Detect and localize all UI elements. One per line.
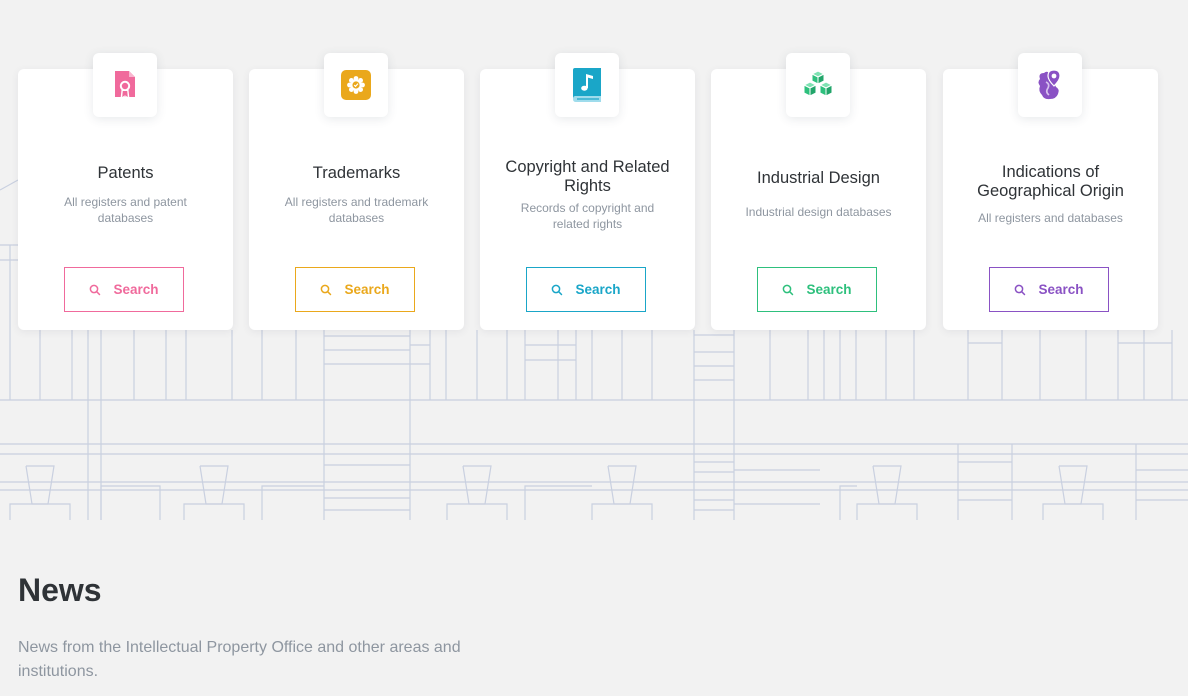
search-button-label: Search xyxy=(113,282,159,297)
music-book-icon xyxy=(573,68,601,102)
industrial-design-search-button[interactable]: Search xyxy=(757,267,877,312)
search-button-label: Search xyxy=(1038,282,1084,297)
card-title: Copyright and Related Rights xyxy=(505,158,670,195)
card-trademarks: Trademarks All registers and trademark d… xyxy=(249,53,464,330)
card-icon-box xyxy=(1018,53,1082,117)
search-icon xyxy=(320,284,332,296)
card-description: All registers and patent databases xyxy=(64,195,187,225)
cubes-icon xyxy=(802,70,834,97)
card-title: Industrial Design xyxy=(757,169,880,187)
copyright-search-button[interactable]: Search xyxy=(526,267,646,312)
news-section: News News from the Intellectual Property… xyxy=(18,572,461,680)
trademarks-search-button[interactable]: Search xyxy=(295,267,415,312)
trademark-seal-icon xyxy=(341,70,371,100)
card-copyright: Copyright and Related Rights Records of … xyxy=(480,53,695,330)
card-title: Indications of Geographical Origin xyxy=(977,163,1124,200)
card-icon-box xyxy=(555,53,619,117)
card-geographical-origin: Indications of Geographical Origin All r… xyxy=(943,53,1158,330)
search-icon xyxy=(89,284,101,296)
card-description: Industrial design databases xyxy=(745,205,892,219)
search-icon xyxy=(782,284,794,296)
card-icon-box xyxy=(93,53,157,117)
card-title: Patents xyxy=(97,164,154,182)
search-button-label: Search xyxy=(806,282,852,297)
card-description: All registers and databases xyxy=(978,211,1123,225)
card-patents: Patents All registers and patent databas… xyxy=(18,53,233,330)
patent-certificate-icon xyxy=(115,71,135,99)
card-icon-box xyxy=(324,53,388,117)
card-title: Trademarks xyxy=(312,164,401,182)
card-description: Records of copyright and related rights xyxy=(520,201,655,231)
news-heading: News xyxy=(18,572,102,608)
search-icon xyxy=(1014,284,1026,296)
search-button-label: Search xyxy=(575,282,621,297)
search-button-label: Search xyxy=(344,282,390,297)
news-description: News from the Intellectual Property Offi… xyxy=(18,639,461,680)
card-industrial-design: Industrial Design Industrial design data… xyxy=(711,53,926,330)
patents-search-button[interactable]: Search xyxy=(64,267,184,312)
search-icon xyxy=(551,284,563,296)
geographical-origin-search-button[interactable]: Search xyxy=(989,267,1109,312)
card-description: All registers and trademark databases xyxy=(284,195,429,225)
search-category-cards: Patents All registers and patent databas… xyxy=(0,0,1188,340)
map-pin-icon xyxy=(1038,69,1061,100)
card-icon-box xyxy=(786,53,850,117)
